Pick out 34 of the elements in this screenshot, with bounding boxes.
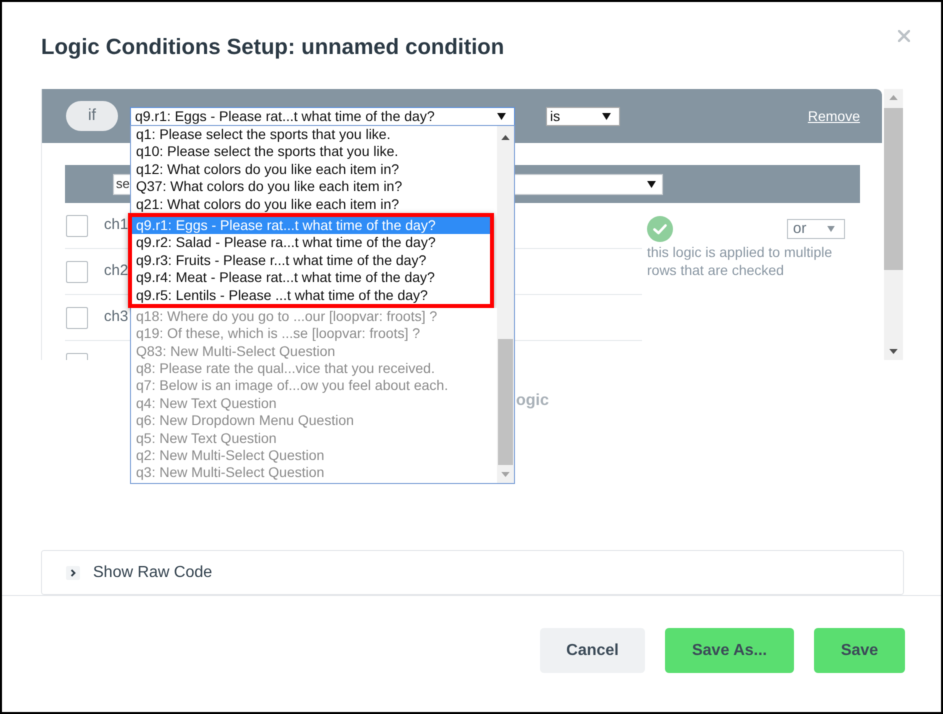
dropdown-option[interactable]: q9.r4: Meat - Please rat...t what time of the day? [132, 269, 490, 287]
close-icon[interactable] [898, 30, 910, 42]
dropdown-option[interactable]: q9.r5: Lentils - Please ...t what time of the day? [132, 286, 490, 304]
caret-down-icon [602, 112, 611, 120]
remove-link[interactable]: Remove [808, 106, 860, 126]
caret-down-icon [647, 180, 656, 188]
checkbox[interactable] [66, 214, 88, 236]
dropdown-option[interactable]: q9.r1: Eggs - Please rat...t what time of the day? [132, 216, 490, 234]
caret-down-icon [827, 226, 835, 232]
choice-label: ch2 [104, 261, 128, 282]
checkbox[interactable] [66, 260, 88, 282]
dialog-button[interactable]: Save [814, 628, 905, 673]
scrollbar-thumb[interactable] [884, 108, 903, 270]
dropdown-option[interactable]: q9.r3: Fruits - Please r...t what time of the day? [132, 252, 490, 270]
list-scrollbar-thumb[interactable] [498, 339, 513, 465]
if-label: if [66, 101, 118, 131]
chevron-icon [66, 566, 80, 580]
question-select[interactable]: q9.r1: Eggs - Please rat...t what time of the day? [130, 106, 515, 126]
choice-label: ch3 [104, 307, 128, 328]
raw-code-toggle[interactable]: Show Raw Code [41, 550, 904, 595]
combine-select[interactable]: or [787, 219, 845, 239]
scroll-down-arrow-icon[interactable] [889, 349, 898, 354]
scroll-up-arrow-icon[interactable] [501, 135, 510, 140]
dialog-button[interactable]: Save As... [665, 628, 794, 673]
dropdown-option[interactable]: q9.r2: Salad - Please ra...t what time of the day? [132, 234, 490, 252]
logic-label: ogic [516, 392, 549, 409]
caret-down-icon [497, 112, 506, 120]
check-circle-icon [647, 216, 673, 242]
dialog-button[interactable]: Cancel [540, 628, 645, 673]
dialog-title: Logic Conditions Setup: unnamed condition [41, 33, 504, 61]
combine-note: this logic is applied to multiple rows that are checked [647, 243, 834, 279]
choice-label: ch1 [104, 215, 128, 236]
checkbox[interactable] [66, 306, 88, 328]
operator-select[interactable]: is [546, 106, 620, 126]
